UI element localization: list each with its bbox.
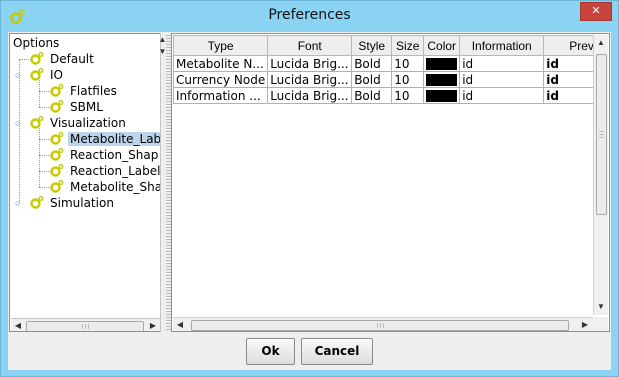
column-header-color[interactable]: Color [423,35,461,56]
preferences-window: Preferences ✕ ○ ○ ○ Options Default IO F… [0,0,619,377]
cell-color[interactable] [423,71,461,88]
tree-item-label: Default [50,52,94,66]
collapse-handle-icon[interactable]: ○ [15,71,24,80]
scroll-up-icon[interactable]: ▲ [594,36,608,50]
scroll-down-icon[interactable]: ▼ [594,300,608,314]
cell-information[interactable]: id [459,87,545,104]
tree-item-label: Reaction_Shap [70,148,159,162]
color-swatch [426,89,458,102]
cell-color[interactable] [423,55,461,72]
color-swatch [426,73,458,86]
cell-type[interactable]: Currency Node [172,71,269,88]
close-button[interactable]: ✕ [580,2,612,21]
column-header-style[interactable]: Style [351,35,393,56]
tree-item-reaction-labels[interactable]: Reaction_Label [50,163,163,179]
column-header-type[interactable]: Type [172,35,269,56]
cell-information[interactable]: id [459,55,545,72]
column-header-information[interactable]: Information [459,35,545,56]
cell-font[interactable]: Lucida Brig... [267,87,353,104]
scrollbar-thumb[interactable] [26,321,144,331]
tree-horizontal-scrollbar[interactable]: ◀ ▶ [11,318,163,331]
table-vertical-scrollbar[interactable]: ▲ ▼ [593,35,608,315]
preferences-table-panel: Type Font Style Size Color Information P… [171,33,610,332]
cancel-button[interactable]: Cancel [301,338,373,365]
gear-icon [30,68,44,81]
cell-size[interactable]: 10 [391,55,425,72]
tree-item-label: Flatfiles [70,84,117,98]
tree-item-sbml[interactable]: SBML [50,99,105,115]
cell-color[interactable] [423,87,461,104]
cell-style[interactable]: Bold [351,71,393,88]
expand-handle-icon[interactable]: ○ [15,199,24,208]
ok-button[interactable]: Ok [246,338,295,365]
gear-icon [30,116,44,129]
tree-root[interactable]: Options [11,35,61,51]
scroll-corner [593,317,608,331]
scroll-right-icon[interactable]: ▶ [578,318,592,331]
tree-item-default[interactable]: Default [30,51,96,67]
cell-font[interactable]: Lucida Brig... [267,55,353,72]
title-bar[interactable]: Preferences ✕ [1,1,618,31]
collapse-handle-icon[interactable]: ○ [15,119,24,128]
gear-icon [30,52,44,65]
options-tree[interactable]: ○ ○ ○ Options Default IO Flatfiles SBML … [9,33,164,332]
scroll-left-icon[interactable]: ◀ [11,319,25,331]
gear-icon [50,180,64,193]
gear-icon [50,100,64,113]
table-horizontal-scrollbar[interactable]: ◀ ▶ [173,317,594,331]
cell-font[interactable]: Lucida Brig... [267,71,353,88]
cell-information[interactable]: id [459,71,545,88]
gear-icon [50,148,64,161]
window-title: Preferences [268,7,351,23]
preferences-table: Type Font Style Size Color Information P… [172,35,605,104]
tree-item-visualization[interactable]: Visualization [30,115,128,131]
tree-item-label: Metabolite_Labe [68,132,163,146]
scrollbar-thumb[interactable] [596,54,607,215]
gear-icon [50,132,64,145]
tree-item-metabolite-shapes[interactable]: Metabolite_Sha [50,179,163,195]
table-row[interactable]: Metabolite N... Lucida Brig... Bold 10 i… [172,55,605,72]
scroll-left-icon[interactable]: ◀ [173,318,187,331]
column-header-size[interactable]: Size [391,35,425,56]
table-row[interactable]: Information ... Lucida Brig... Bold 10 i… [172,87,605,104]
scroll-right-icon[interactable]: ▶ [146,319,160,331]
gear-icon [50,84,64,97]
tree-item-io[interactable]: IO [30,67,65,83]
dialog-body: ○ ○ ○ Options Default IO Flatfiles SBML … [8,32,611,370]
tree-item-label: SBML [70,100,103,114]
tree-root-label: Options [13,36,60,50]
cell-style[interactable]: Bold [351,55,393,72]
color-swatch [426,57,458,70]
cell-size[interactable]: 10 [391,71,425,88]
cell-size[interactable]: 10 [391,87,425,104]
column-header-font[interactable]: Font [267,35,353,56]
scrollbar-thumb[interactable] [191,320,569,331]
gear-icon [30,196,44,209]
table-row[interactable]: Currency Node Lucida Brig... Bold 10 id … [172,71,605,88]
tree-item-label: IO [50,68,63,82]
cell-type[interactable]: Information ... [172,87,269,104]
tree-item-label: Metabolite_Sha [70,180,163,194]
tree-item-metabolite-labels[interactable]: Metabolite_Labe [50,131,163,147]
tree-item-label: Reaction_Label [70,164,161,178]
cell-style[interactable]: Bold [351,87,393,104]
tree-item-simulation[interactable]: Simulation [30,195,116,211]
tree-item-label: Simulation [50,196,114,210]
tree-item-flatfiles[interactable]: Flatfiles [50,83,119,99]
cell-type[interactable]: Metabolite N... [172,55,269,72]
tree-item-reaction-shapes[interactable]: Reaction_Shap [50,147,160,163]
tree-item-label: Visualization [50,116,126,130]
gear-icon [50,164,64,177]
